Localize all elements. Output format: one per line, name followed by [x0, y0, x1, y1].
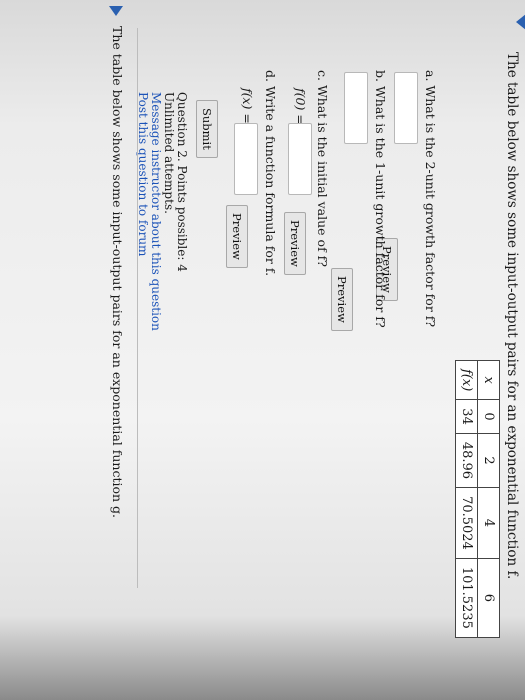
answer-b-input[interactable]	[344, 72, 368, 144]
preview-d-button[interactable]: Preview	[226, 205, 248, 268]
f0-label: f(0) =	[293, 88, 308, 125]
question-page: The table below shows some input-output …	[23, 0, 525, 700]
question-intro: The table below shows some input-output …	[504, 52, 520, 580]
part-d-prompt: d. Write a function formula for f.	[263, 70, 278, 277]
input-output-table: x 0 2 4 6 f(x) 34 48.96 70.5024 101.5235	[455, 360, 500, 638]
table-cell: 101.5235	[455, 558, 478, 638]
table-row: f(x) 34 48.96 70.5024 101.5235	[455, 360, 478, 638]
expand-triangle-icon[interactable]	[109, 6, 123, 16]
preview-b-button[interactable]: Preview	[331, 268, 353, 331]
next-question-intro: The table below shows some input-output …	[110, 26, 125, 519]
photo-background: The table below shows some input-output …	[0, 0, 525, 700]
answer-c-input[interactable]	[288, 123, 312, 195]
part-a-prompt: a. What is the 2-unit growth factor for …	[423, 70, 438, 328]
attempts-info: Unlimited attempts.	[162, 92, 176, 214]
part-b-prompt: b. What is the 1-unit growth factor for …	[373, 70, 388, 328]
table-cell: 34	[455, 399, 478, 434]
table-row: x 0 2 4 6	[477, 360, 500, 638]
table-cell: 0	[477, 399, 500, 434]
answer-a-input[interactable]	[394, 72, 418, 144]
table-cell: 70.5024	[455, 487, 478, 559]
answer-d-input[interactable]	[234, 123, 258, 195]
table-cell: 6	[477, 558, 500, 638]
submit-button[interactable]: Submit	[196, 100, 218, 158]
table-header-x: x	[477, 360, 500, 400]
question-info: Question 2. Points possible: 4 Unlimited…	[136, 92, 189, 331]
fx-label: f(x) =	[240, 88, 255, 124]
message-instructor-link[interactable]: Message instructor about this question	[149, 92, 163, 331]
table-header-fx: f(x)	[455, 360, 478, 400]
part-c-prompt: c. What is the initial value of f?	[315, 70, 330, 268]
preview-c-button[interactable]: Preview	[284, 212, 306, 275]
table-cell: 4	[477, 487, 500, 559]
points-possible: Question 2. Points possible: 4	[175, 92, 189, 272]
collapse-triangle-icon[interactable]	[516, 14, 525, 30]
question-divider	[137, 28, 138, 588]
table-cell: 2	[477, 433, 500, 488]
table-cell: 48.96	[455, 433, 478, 488]
